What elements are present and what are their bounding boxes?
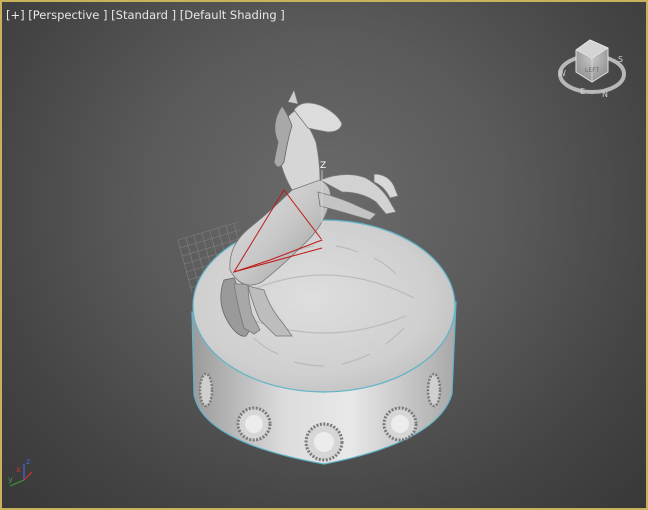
scene-canvas: Z LEFT S W N E x y z [8,39,626,487]
compass-n: N [602,90,608,99]
perspective-viewport[interactable]: [+] [Perspective ] [Standard ] [Default … [0,0,648,510]
tripod-z-label: z [26,457,30,466]
tripod-x-label: x [16,465,21,474]
tripod-y-label: y [8,475,13,484]
viewcube[interactable]: LEFT S W N E [558,39,626,99]
compass-e: E [580,87,585,96]
compass-w: W [558,69,566,78]
axis-tripod-icon: x y z [8,457,33,487]
viewcube-face-label: LEFT [585,67,599,74]
compass-s: S [618,55,623,64]
gizmo-z-label: Z [320,161,326,171]
